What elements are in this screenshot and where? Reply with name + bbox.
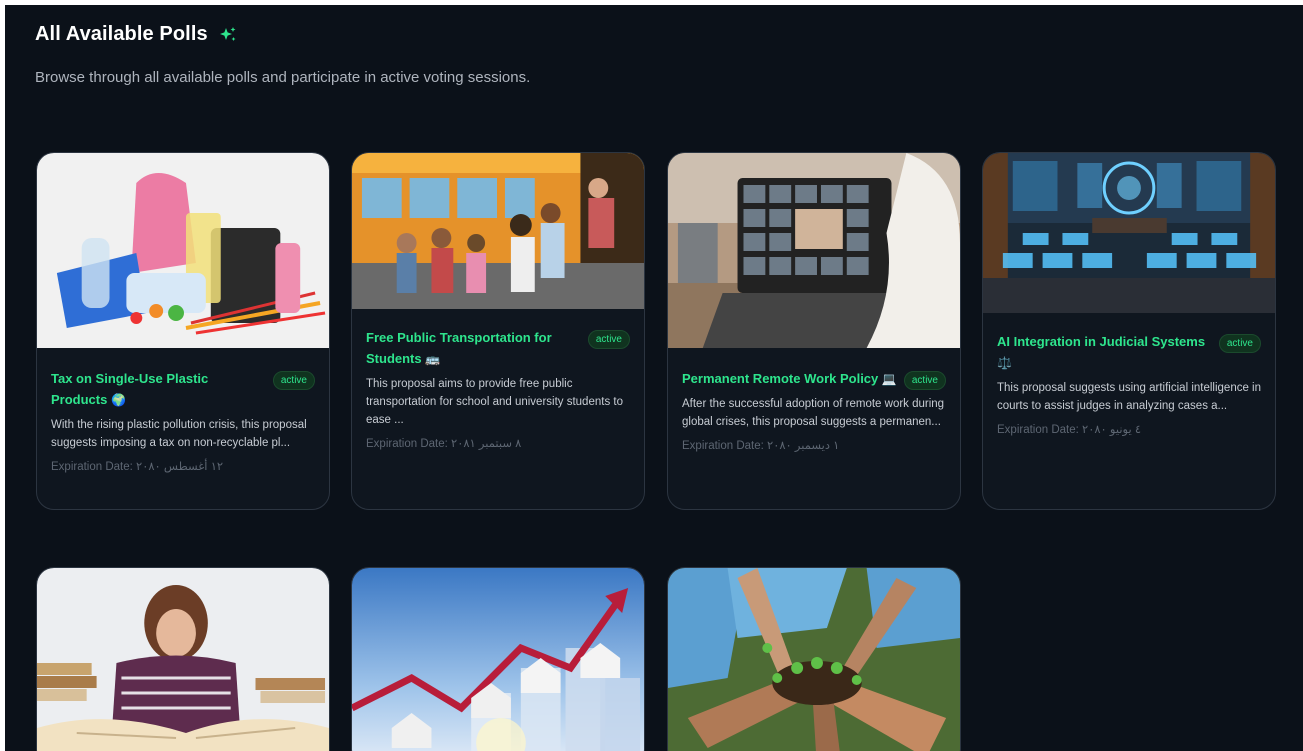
poll-expiration: Expiration Date: ١ ديسمبر ٢٠٨٠ [682, 440, 840, 452]
poll-card-body: Free Public Transportation for Students … [352, 309, 644, 450]
poll-card-body: Tax on Single-Use Plastic Products 🌍 act… [37, 348, 329, 473]
poll-title[interactable]: Tax on Single-Use Plastic Products 🌍 [51, 368, 267, 411]
poll-card-head: Tax on Single-Use Plastic Products 🌍 act… [51, 368, 315, 411]
video-call-laptop-image [668, 153, 960, 348]
poll-card[interactable]: Permanent Remote Work Policy 💻 active Af… [667, 152, 961, 510]
globe-icon: 🌍 [110, 393, 126, 407]
status-badge: active [272, 371, 315, 390]
plastic-products-image [37, 153, 329, 348]
scales-icon: ⚖️ [997, 356, 1012, 370]
poll-card-head: Permanent Remote Work Policy 💻 active [682, 368, 946, 390]
poll-card[interactable]: Free Public Transportation for Students … [351, 152, 645, 510]
poll-card[interactable] [351, 567, 645, 751]
status-badge: active [903, 371, 946, 390]
poll-card[interactable] [36, 567, 330, 751]
ai-courtroom-image [983, 153, 1275, 313]
bus-icon: 🚌 [425, 352, 441, 366]
sparkles-icon [218, 25, 238, 45]
poll-title[interactable]: AI Integration in Judicial Systems ⚖️ [997, 331, 1213, 374]
poll-card-head: Free Public Transportation for Students … [366, 327, 630, 370]
poll-title[interactable]: Permanent Remote Work Policy 💻 [682, 368, 898, 390]
polls-page: All Available Polls Browse through all a… [5, 5, 1303, 751]
volunteers-plants-image [668, 568, 960, 751]
poll-description: This proposal aims to provide free publi… [366, 378, 623, 426]
poll-title[interactable]: Free Public Transportation for Students … [366, 327, 582, 370]
poll-expiration: Expiration Date: ١٢ أغسطس ٢٠٨٠ [51, 461, 224, 473]
stressed-student-books-image [37, 568, 329, 751]
poll-description: With the rising plastic pollution crisis… [51, 419, 307, 449]
page-title: All Available Polls [35, 23, 208, 45]
poll-card-body: AI Integration in Judicial Systems ⚖️ ac… [983, 313, 1275, 436]
poll-description: This proposal suggests using artificial … [997, 382, 1262, 412]
poll-card-head: AI Integration in Judicial Systems ⚖️ ac… [997, 331, 1261, 374]
poll-expiration: Expiration Date: ٨ سبتمبر ٢٠٨١ [366, 438, 522, 450]
poll-card[interactable] [667, 567, 961, 751]
poll-expiration: Expiration Date: ٤ يونيو ٢٠٨٠ [997, 424, 1142, 436]
housing-market-growth-image [352, 568, 644, 751]
status-badge: active [587, 330, 630, 349]
school-bus-image [352, 153, 644, 309]
poll-description: After the successful adoption of remote … [682, 398, 945, 428]
laptop-icon: 💻 [881, 372, 897, 386]
title-row: All Available Polls [35, 23, 530, 46]
status-badge: active [1218, 334, 1261, 353]
poll-card[interactable]: AI Integration in Judicial Systems ⚖️ ac… [982, 152, 1276, 510]
poll-card[interactable]: Tax on Single-Use Plastic Products 🌍 act… [36, 152, 330, 510]
poll-card-body: Permanent Remote Work Policy 💻 active Af… [668, 348, 960, 452]
page-subtitle: Browse through all available polls and p… [35, 69, 531, 86]
page-header: All Available Polls Browse through all a… [35, 23, 530, 86]
